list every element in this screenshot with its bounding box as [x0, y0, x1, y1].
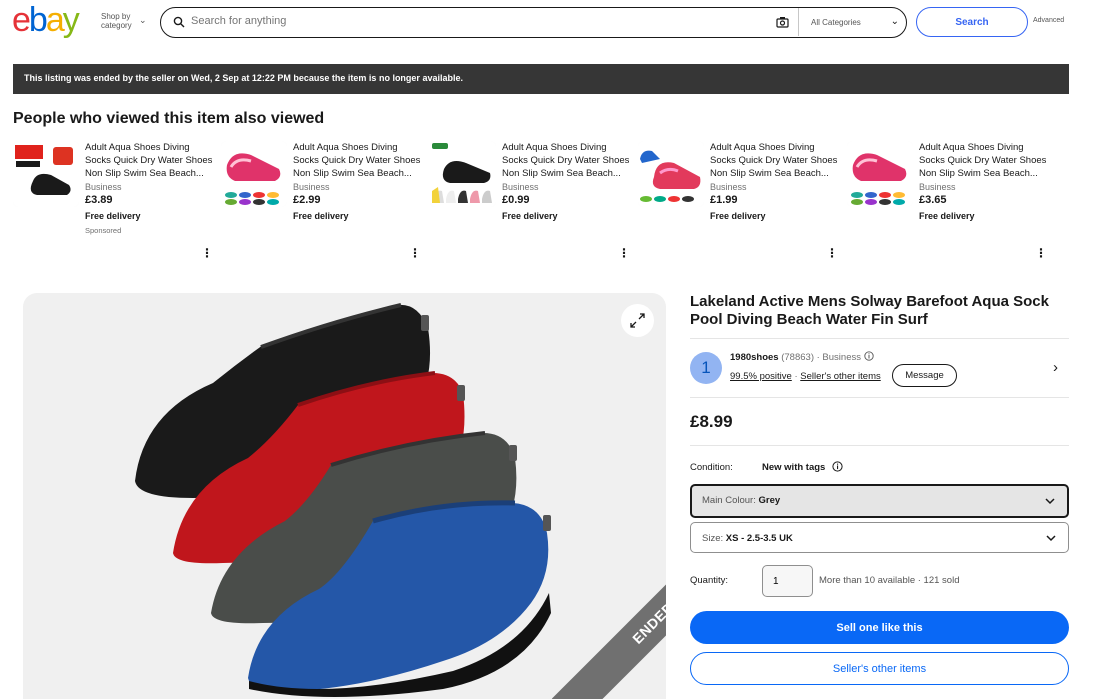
more-options-icon[interactable]: ⋮ [618, 247, 630, 259]
size-select-label: Size: [702, 533, 724, 544]
ebay-logo[interactable]: ebay [12, 1, 80, 39]
search-icon [173, 16, 185, 28]
logo-letter-e: e [12, 1, 31, 39]
seller-type: Business [85, 182, 122, 192]
product-name[interactable]: Adult Aqua Shoes Diving Socks Quick Dry … [502, 141, 635, 180]
product-thumbnail[interactable] [847, 141, 913, 207]
delivery-info: Free delivery [85, 211, 141, 221]
seller-type: Business [502, 182, 539, 192]
positive-feedback-link[interactable]: 99.5% positive [730, 371, 792, 382]
expand-icon [630, 313, 645, 328]
product-info: Adult Aqua Shoes Diving Socks Quick Dry … [293, 141, 426, 221]
chevron-down-icon [1046, 535, 1056, 542]
product-thumbnail[interactable] [13, 141, 79, 207]
product-price: £2.99 [293, 194, 321, 206]
divider [690, 397, 1069, 398]
also-viewed-item[interactable]: Adult Aqua Shoes Diving Socks Quick Dry … [847, 139, 1052, 264]
search-input[interactable] [191, 15, 751, 27]
main-product-image[interactable]: ENDED [23, 293, 666, 699]
delivery-info: Free delivery [502, 211, 558, 221]
camera-icon[interactable] [776, 16, 789, 28]
product-name[interactable]: Adult Aqua Shoes Diving Socks Quick Dry … [85, 141, 218, 180]
product-info: Adult Aqua Shoes Diving Socks Quick Dry … [502, 141, 635, 221]
also-viewed-title: People who viewed this item also viewed [13, 110, 325, 127]
listing-ended-banner: This listing was ended by the seller on … [13, 64, 1069, 94]
also-viewed-item[interactable]: Adult Aqua Shoes Diving Socks Quick Dry … [13, 139, 218, 264]
info-icon[interactable] [863, 351, 874, 361]
logo-letter-a: a [45, 1, 65, 39]
product-price: £3.65 [919, 194, 947, 206]
also-viewed-item[interactable]: Adult Aqua Shoes Diving Socks Quick Dry … [221, 139, 426, 264]
sponsored-label: Sponsored [85, 226, 122, 235]
chevron-down-icon: ⌄ [890, 16, 899, 27]
search-button[interactable]: Search [916, 7, 1028, 37]
seller-links: 99.5% positive · Seller's other items [730, 371, 881, 382]
more-options-icon[interactable]: ⋮ [1035, 247, 1047, 259]
product-thumbnail[interactable] [221, 141, 287, 207]
site-header: ebay Shop by category ⌄ All Categories ⌄… [0, 0, 1118, 44]
search-bar: All Categories ⌄ [160, 7, 907, 38]
product-name[interactable]: Adult Aqua Shoes Diving Socks Quick Dry … [919, 141, 1052, 180]
condition-value: New with tags [762, 462, 826, 473]
seller-avatar[interactable]: 1 [690, 352, 722, 384]
availability-text: More than 10 available · 121 sold [819, 575, 960, 586]
category-select-value: All Categories [811, 18, 861, 27]
sell-one-like-this-button[interactable]: Sell one like this [690, 611, 1069, 644]
product-thumbnail[interactable] [430, 141, 496, 207]
also-viewed-item[interactable]: Adult Aqua Shoes Diving Socks Quick Dry … [430, 139, 635, 264]
colour-select-label: Main Colour: [702, 495, 756, 506]
product-name[interactable]: Adult Aqua Shoes Diving Socks Quick Dry … [710, 141, 843, 180]
delivery-info: Free delivery [710, 211, 766, 221]
seller-type: · Business [816, 352, 861, 363]
aqua-shoes-photo [135, 303, 551, 697]
delivery-info: Free delivery [293, 211, 349, 221]
chevron-down-icon: ⌄ [139, 15, 147, 25]
feedback-count: (78863) [781, 352, 814, 363]
chevron-right-icon[interactable]: › [1053, 359, 1058, 376]
also-viewed-item[interactable]: Adult Aqua Shoes Diving Socks Quick Dry … [638, 139, 843, 264]
product-price: £1.99 [710, 194, 738, 206]
more-options-icon[interactable]: ⋮ [826, 247, 838, 259]
advanced-search-link[interactable]: Advanced [1033, 17, 1064, 24]
more-options-icon[interactable]: ⋮ [201, 247, 213, 259]
more-options-icon[interactable]: ⋮ [409, 247, 421, 259]
item-title: Lakeland Active Mens Solway Barefoot Aqu… [690, 293, 1049, 328]
product-info: Adult Aqua Shoes Diving Socks Quick Dry … [710, 141, 843, 221]
chevron-down-icon [1045, 498, 1055, 505]
colour-select[interactable]: Main Colour: Grey [690, 484, 1069, 518]
expand-image-button[interactable] [621, 304, 654, 337]
shop-by-category-label: Shop by category [101, 12, 132, 30]
seller-type: Business [293, 182, 330, 192]
seller-name[interactable]: 1980shoes [730, 352, 779, 363]
category-select[interactable]: All Categories ⌄ [798, 8, 906, 36]
seller-type: Business [710, 182, 747, 192]
colour-select-value: Grey [758, 495, 781, 506]
product-price: £3.89 [85, 194, 113, 206]
size-select[interactable]: Size: XS - 2.5-3.5 UK [690, 522, 1069, 553]
product-info: Adult Aqua Shoes Diving Socks Quick Dry … [85, 141, 218, 235]
size-select-value: XS - 2.5-3.5 UK [725, 533, 793, 544]
shop-by-category-button[interactable]: Shop by category ⌄ [101, 12, 147, 30]
product-info: Adult Aqua Shoes Diving Socks Quick Dry … [919, 141, 1052, 221]
divider [690, 338, 1069, 339]
condition-label: Condition: [690, 462, 733, 473]
quantity-label: Quantity: [690, 575, 729, 586]
seller-name-line: 1980shoes (78863) · Business [730, 351, 874, 363]
info-icon[interactable] [832, 461, 843, 472]
seller-other-items-link[interactable]: Seller's other items [800, 371, 880, 382]
message-button[interactable]: Message [892, 364, 957, 387]
seller-type: Business [919, 182, 956, 192]
product-price: £0.99 [502, 194, 530, 206]
item-price: £8.99 [690, 412, 733, 431]
quantity-input[interactable] [762, 565, 813, 597]
product-name[interactable]: Adult Aqua Shoes Diving Socks Quick Dry … [293, 141, 426, 180]
logo-letter-b: b [28, 1, 48, 39]
product-thumbnail[interactable] [638, 141, 704, 207]
logo-letter-y: y [62, 1, 80, 39]
divider [690, 445, 1069, 446]
sellers-other-items-button[interactable]: Seller's other items [690, 652, 1069, 685]
delivery-info: Free delivery [919, 211, 975, 221]
